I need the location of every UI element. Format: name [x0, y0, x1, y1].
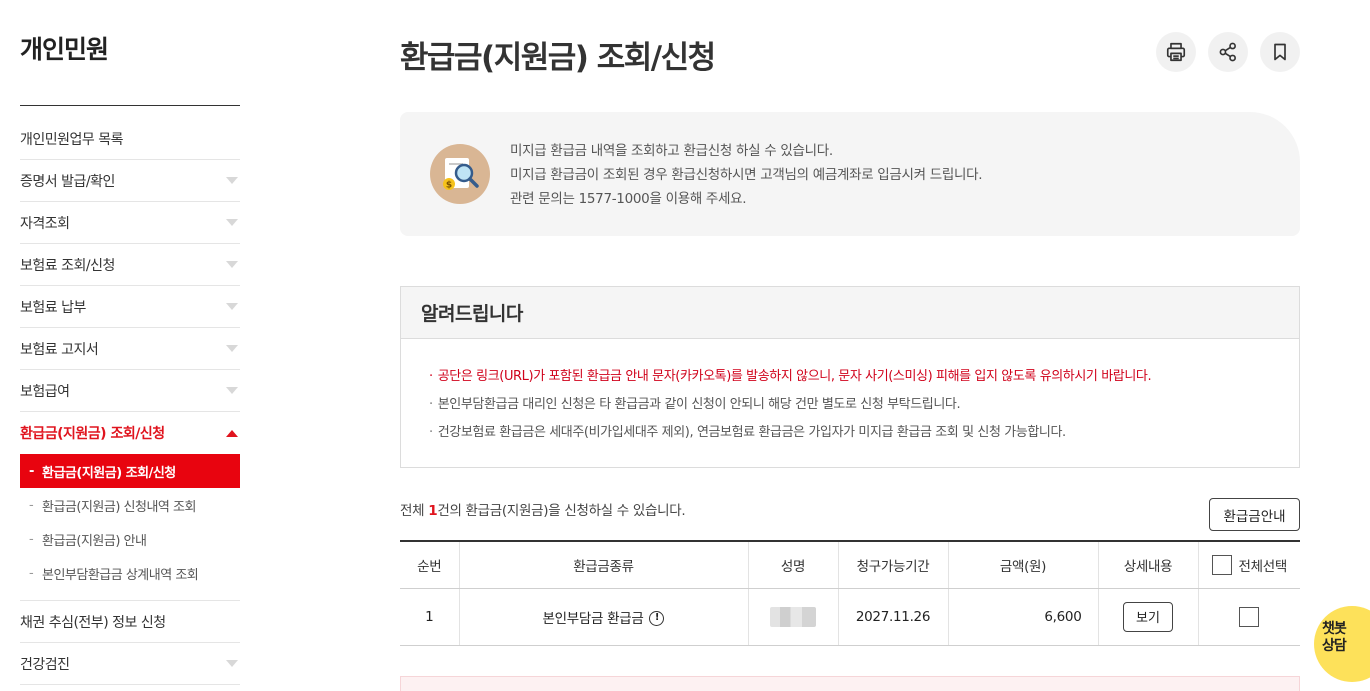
chevron-down-icon [226, 261, 238, 268]
chevron-down-icon [226, 660, 238, 667]
svg-text:$: $ [446, 181, 452, 191]
select-all-checkbox[interactable] [1211, 554, 1232, 575]
chatbot-label: 상담 [1322, 638, 1347, 654]
masked-name [770, 606, 816, 627]
submenu-item-refund-history[interactable]: - 환급금(지원금) 신청내역 조회 [20, 488, 240, 522]
page-title: 환급금(지원금) 조회/신청 [400, 40, 716, 76]
submenu-item-label: 환급금(지원금) 신청내역 조회 [42, 499, 196, 515]
sidebar-item-label: 건강검진 [20, 656, 70, 673]
submenu-item-refund-guide[interactable]: - 환급금(지원금) 안내 [20, 522, 240, 556]
dash-icon: - [29, 497, 34, 513]
sidebar-item-label: 보험급여 [20, 383, 70, 400]
cell-period: 2027.11.26 [837, 588, 948, 646]
share-icon [1219, 42, 1236, 62]
cell-amount: 6,600 [947, 588, 1098, 646]
submenu-item-label: 본인부담환급금 상계내역 조회 [42, 567, 199, 583]
info-line: 미지급 환급금 내역을 조회하고 환급신청 하실 수 있습니다. [510, 143, 833, 159]
submenu-item-offset-history[interactable]: - 본인부담환급금 상계내역 조회 [20, 556, 240, 590]
chevron-down-icon [226, 303, 238, 310]
column-header-amount: 금액(원) [947, 540, 1098, 589]
column-header-name: 성명 [747, 540, 838, 589]
submenu-item-label: 환급금(지원금) 조회/신청 [42, 465, 176, 481]
sidebar-item-premium-inquiry[interactable]: 보험료 조회/신청 [20, 244, 240, 286]
notice-item: 건강보험료 환급금은 세대주(비가입세대주 제외), 연금보험료 환급금은 가입… [429, 419, 1299, 447]
notice-item: 본인부담환급금 대리인 신청은 타 환급금과 같이 신청이 안되니 해당 건만 … [429, 391, 1299, 419]
notice-title: 알려드립니다 [401, 287, 1299, 339]
chevron-up-icon [226, 429, 238, 437]
dash-icon: - [29, 565, 34, 581]
sidebar-item-label: 증명서 발급/확인 [20, 173, 115, 190]
table-header-row: 순번 환급금종류 성명 청구가능기간 금액(원) 상세내용 전체선택 [400, 540, 1300, 589]
sidebar-item-premium-notice[interactable]: 보험료 고지서 [20, 328, 240, 370]
bookmark-button[interactable] [1260, 32, 1300, 72]
info-line: 미지급 환급금이 조회된 경우 환급신청하시면 고객님의 예금계좌로 입금시켜 … [510, 167, 983, 183]
info-panel: $ 미지급 환급금 내역을 조회하고 환급신청 하실 수 있습니다. 미지급 환… [400, 112, 1300, 236]
sidebar-submenu: - 환급금(지원금) 조회/신청 - 환급금(지원금) 신청내역 조회 - 환급금(지… [20, 454, 240, 601]
notice-list: 공단은 링크(URL)가 포함된 환급금 안내 문자(카카오톡)를 발송하지 않… [401, 339, 1299, 447]
view-detail-button[interactable]: 보기 [1123, 601, 1173, 632]
chatbot-label: 챗봇 [1322, 621, 1347, 637]
chevron-down-icon [226, 219, 238, 226]
sidebar-item-label: 개인민원업무 목록 [20, 131, 124, 148]
sidebar-item-label: 채권 추심(전부) 정보 신청 [20, 614, 166, 631]
sidebar-item-civil-list[interactable]: 개인민원업무 목록 [20, 118, 240, 160]
result-count: 1 [428, 503, 438, 519]
print-button[interactable] [1156, 32, 1196, 72]
column-header-detail: 상세내용 [1097, 540, 1198, 589]
dash-icon: - [29, 531, 34, 547]
sidebar-item-premium-payment[interactable]: 보험료 납부 [20, 286, 240, 328]
submenu-item-label: 환급금(지원금) 안내 [42, 533, 147, 549]
select-all-label: 전체선택 [1238, 558, 1288, 575]
print-icon [1166, 42, 1186, 62]
cell-type: 본인부담금 환급금 ! [458, 588, 748, 646]
sidebar-item-eligibility[interactable]: 자격조회 [20, 202, 240, 244]
sidebar-item-label: 보험료 납부 [20, 299, 86, 316]
chatbot-button[interactable]: 챗봇 상담 [1314, 606, 1370, 682]
alert-banner-edge [400, 676, 1300, 691]
sidebar-item-label: 환급금(지원금) 조회/신청 [20, 426, 165, 442]
column-header-period: 청구가능기간 [837, 540, 948, 589]
summary-prefix: 전체 [400, 503, 429, 519]
cell-name [747, 588, 838, 646]
sidebar-item-debt-collection[interactable]: 채권 추심(전부) 정보 신청 [20, 601, 240, 643]
row-checkbox[interactable] [1239, 606, 1260, 627]
bookmark-icon [1274, 43, 1286, 61]
summary-suffix: 건의 환급금(지원금)을 신청하실 수 있습니다. [437, 503, 686, 519]
share-button[interactable] [1208, 32, 1248, 72]
info-text: 미지급 환급금 내역을 조회하고 환급신청 하실 수 있습니다. 미지급 환급금… [510, 139, 983, 211]
sidebar-divider [20, 105, 240, 106]
cell-no: 1 [400, 588, 459, 646]
notice-item-warning: 공단은 링크(URL)가 포함된 환급금 안내 문자(카카오톡)를 발송하지 않… [429, 363, 1299, 391]
sidebar-item-label: 보험료 조회/신청 [20, 257, 115, 274]
sidebar-item-label: 보험료 고지서 [20, 341, 99, 358]
sidebar-item-benefits[interactable]: 보험급여 [20, 370, 240, 412]
sidebar-submenu-container: - 환급금(지원금) 조회/신청 - 환급금(지원금) 신청내역 조회 - 환급금(지… [20, 454, 240, 601]
info-icon[interactable]: ! [649, 611, 665, 626]
info-line: 관련 문의는 1577-1000을 이용해 주세요. [510, 191, 747, 207]
refund-guide-button[interactable]: 환급금안내 [1209, 498, 1300, 531]
sidebar-item-certificates[interactable]: 증명서 발급/확인 [20, 160, 240, 202]
cell-detail: 보기 [1097, 588, 1198, 646]
chevron-down-icon [226, 177, 238, 184]
table-row: 1 본인부담금 환급금 ! 2027.11.26 6,600 보기 [400, 588, 1300, 646]
notice-panel: 알려드립니다 공단은 링크(URL)가 포함된 환급금 안내 문자(카카오톡)를… [400, 286, 1300, 468]
chevron-down-icon [226, 345, 238, 352]
column-header-type: 환급금종류 [458, 540, 748, 589]
sidebar-item-health-checkup[interactable]: 건강검진 [20, 643, 240, 685]
cell-select [1197, 588, 1300, 646]
sidebar-item-refund[interactable]: 환급금(지원금) 조회/신청 [20, 412, 240, 454]
column-header-select-all: 전체선택 [1197, 540, 1300, 589]
column-header-no: 순번 [400, 540, 459, 589]
magnifier-document-icon: $ [430, 144, 490, 204]
dash-icon: - [29, 463, 34, 479]
sidebar-item-label: 자격조회 [20, 215, 70, 232]
submenu-item-refund-inquiry[interactable]: - 환급금(지원금) 조회/신청 [20, 454, 240, 488]
sidebar-menu: 개인민원업무 목록 증명서 발급/확인 자격조회 보험료 조회/신청 보험료 납… [20, 118, 240, 685]
sidebar-title: 개인민원 [20, 35, 109, 64]
result-summary: 전체 1건의 환급금(지원금)을 신청하실 수 있습니다. [400, 499, 686, 519]
refund-type-label: 본인부담금 환급금 [542, 610, 644, 627]
chevron-down-icon [226, 387, 238, 394]
refund-table: 순번 환급금종류 성명 청구가능기간 금액(원) 상세내용 전체선택 1 본인부… [400, 540, 1300, 646]
